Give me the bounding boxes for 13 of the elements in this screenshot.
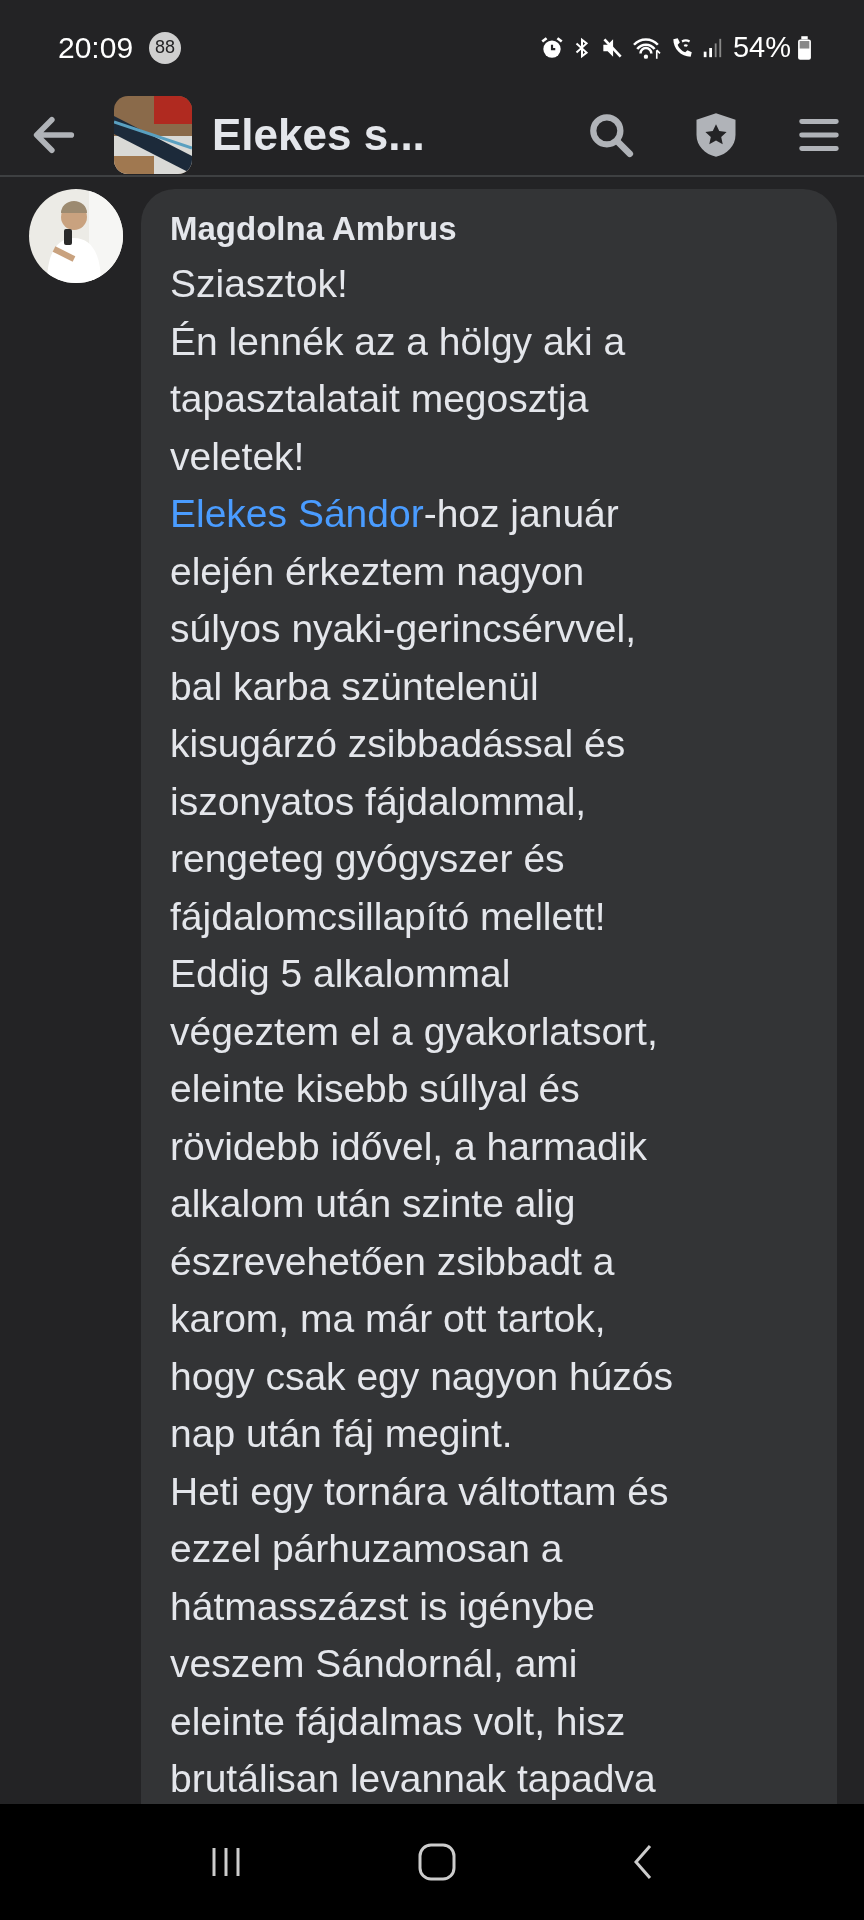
status-time: 20:09 (58, 30, 134, 65)
comment-text: Sziasztok! (170, 261, 349, 307)
home-icon[interactable] (417, 1842, 457, 1882)
battery-percent: 54% (732, 31, 791, 64)
author-name[interactable]: Magdolna Ambrus (170, 207, 807, 251)
group-title[interactable]: Elekes s... (212, 110, 425, 160)
battery-icon (797, 34, 812, 61)
notification-badge: 88 (149, 31, 182, 64)
comment-text: Én lennék az a hölgy aki a tapasztalatait megosztja veletek! (170, 318, 627, 480)
comment-text: Eddig 5 alkalommal végeztem el a gyakorlatsort, eleinte kisebb súllyal és rövidebb idővel, a harmadik alkalom után szinte alig észrevehetően zsibbadt a karom, ma már ott tartok, hogy csak egy nagyon húzós nap után fáj megint. (170, 951, 674, 1457)
comment-text: Heti egy tornára váltottam és ezzel párhuzamosan a hátmasszázst is igénybe veszem Sándornál, ami eleinte fájdalmas volt, hisz brutálisan levannak tapadva (170, 1468, 670, 1802)
comment-text: Elekes Sándor-hoz január elején érkeztem nagyon súlyos nyaki-gerincsérvvel, bal karba szüntelenül kisugárzó zsibbadással és iszonyatos fájdalommal, rengeteg gyógyszer és fájdalomcsillapító mellett! (170, 491, 637, 940)
profile-link[interactable]: Elekes Sándor (170, 492, 424, 535)
